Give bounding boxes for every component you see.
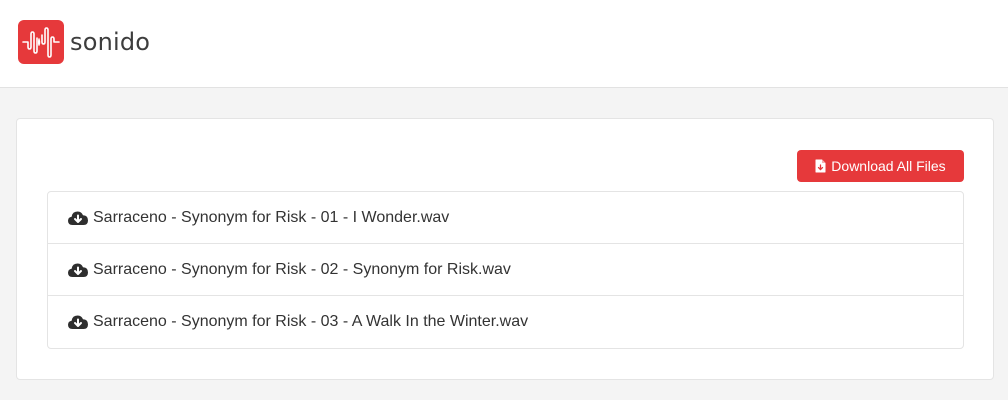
sonido-logo[interactable]: sonido <box>18 20 150 64</box>
cloud-download-icon <box>67 314 89 330</box>
file-name: Sarraceno - Synonym for Risk - 01 - I Wo… <box>93 208 450 226</box>
brand-name: sonido <box>70 28 151 56</box>
file-name: Sarraceno - Synonym for Risk - 02 - Syno… <box>93 260 511 278</box>
file-name: Sarraceno - Synonym for Risk - 03 - A Wa… <box>93 313 529 330</box>
cloud-download-icon <box>67 262 89 278</box>
download-all-label: Download All Files <box>831 158 946 174</box>
files-card: Download All Files Sarraceno - Synonym f… <box>16 118 994 380</box>
waveform-logo-icon <box>18 20 64 64</box>
file-list: Sarraceno - Synonym for Risk - 01 - I Wo… <box>47 191 964 349</box>
download-all-button[interactable]: Download All Files <box>797 150 964 182</box>
file-item-02[interactable]: Sarraceno - Synonym for Risk - 02 - Syno… <box>48 244 963 296</box>
file-icon <box>815 159 826 173</box>
file-item-03[interactable]: Sarraceno - Synonym for Risk - 03 - A Wa… <box>48 296 963 348</box>
top-header: sonido <box>0 0 1008 88</box>
file-item-01[interactable]: Sarraceno - Synonym for Risk - 01 - I Wo… <box>48 192 963 244</box>
cloud-download-icon <box>67 210 89 226</box>
